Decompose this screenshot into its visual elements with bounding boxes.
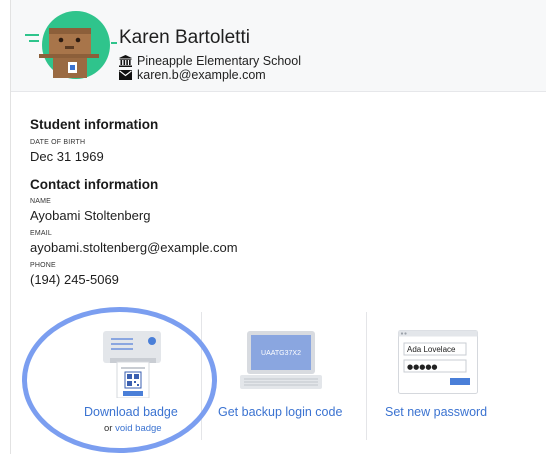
- dob-label: DATE OF BIRTH: [30, 139, 86, 146]
- dob-value: Dec 31 1969: [30, 149, 104, 164]
- laptop-code-text: UAATG37X2: [261, 350, 301, 357]
- user-email: karen.b@example.com: [137, 68, 266, 82]
- contact-phone-value: (194) 245-5069: [30, 272, 119, 287]
- school-row: Pineapple Elementary School: [119, 54, 301, 68]
- envelope-icon: [119, 70, 132, 80]
- contact-information-heading: Contact information: [30, 177, 159, 192]
- user-name: Karen Bartoletti: [119, 27, 250, 48]
- laptop-illustration: UAATG37X2: [240, 331, 322, 389]
- contact-email-label: EMAIL: [30, 230, 53, 237]
- password-dots: ●●●●●: [407, 363, 438, 371]
- download-badge-highlight-ring: [22, 307, 217, 453]
- school-name: Pineapple Elementary School: [137, 54, 301, 68]
- password-form-illustration: Ada Lovelace ●●●●●: [398, 330, 478, 394]
- get-backup-login-code-link[interactable]: Get backup login code: [218, 405, 342, 419]
- email-row: karen.b@example.com: [119, 68, 266, 82]
- profile-header: Karen Bartoletti Pineapple Elementary Sc…: [11, 0, 546, 92]
- set-new-password-link[interactable]: Set new password: [385, 405, 487, 419]
- contact-name-label: NAME: [30, 198, 52, 205]
- password-sample-name: Ada Lovelace: [407, 345, 456, 354]
- contact-email-value: ayobami.stoltenberg@example.com: [30, 240, 238, 255]
- contact-phone-label: PHONE: [30, 262, 56, 269]
- actions-divider-2: [366, 312, 367, 440]
- contact-name-value: Ayobami Stoltenberg: [30, 208, 151, 223]
- school-building-icon: [119, 55, 132, 67]
- avatar: [25, 11, 117, 79]
- student-information-heading: Student information: [30, 117, 159, 132]
